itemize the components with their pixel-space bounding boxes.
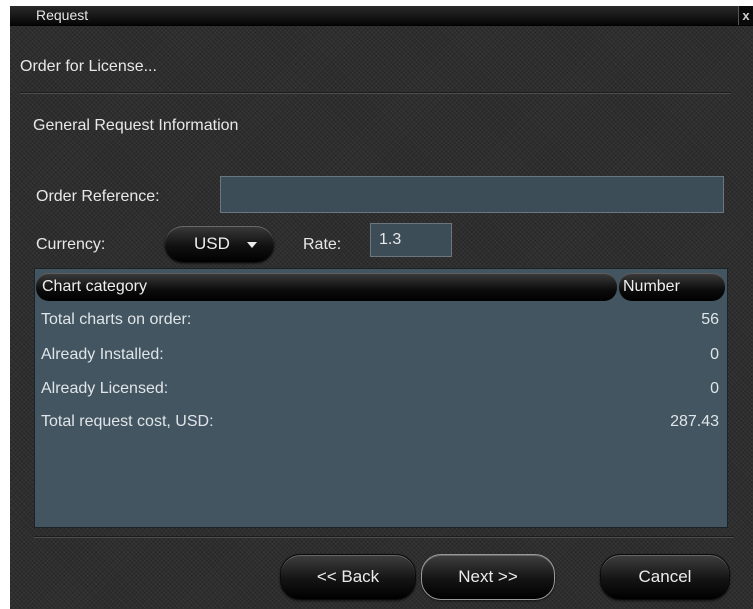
table-row[interactable]: Total charts on order: 56 (35, 311, 727, 337)
row-category: Already Installed: (41, 346, 164, 363)
order-reference-label: Order Reference: (36, 188, 160, 205)
section-title: General Request Information (33, 117, 239, 134)
row-number: 0 (710, 380, 719, 397)
order-reference-input[interactable] (220, 176, 724, 213)
dialog-subtitle: Order for License... (20, 58, 157, 75)
row-number: 56 (701, 311, 719, 328)
title-bar[interactable]: Request x (10, 6, 753, 26)
footer-divider (34, 536, 734, 538)
rate-input[interactable] (370, 223, 452, 257)
row-category: Total request cost, USD: (41, 413, 214, 430)
currency-select[interactable]: USD (165, 226, 274, 262)
table-row[interactable]: Already Licensed: 0 (35, 380, 727, 406)
close-icon[interactable]: x (738, 6, 753, 25)
row-category: Already Licensed: (41, 380, 169, 397)
chevron-down-icon (247, 242, 257, 248)
next-button[interactable]: Next >> (421, 554, 555, 600)
currency-label: Currency: (36, 236, 106, 253)
currency-value: USD (194, 234, 230, 253)
column-header-chart-category[interactable]: Chart category (36, 273, 617, 301)
request-dialog: Request x Order for License... General R… (10, 6, 753, 609)
column-header-number[interactable]: Number (619, 273, 725, 301)
table-row[interactable]: Already Installed: 0 (35, 346, 727, 372)
window-title: Request (36, 7, 89, 23)
row-number: 287.43 (670, 413, 719, 430)
chart-category-table: Chart category Number Total charts on or… (34, 268, 728, 528)
table-row[interactable]: Total request cost, USD: 287.43 (35, 413, 727, 439)
header-divider (20, 92, 730, 94)
back-button[interactable]: << Back (280, 554, 416, 600)
row-category: Total charts on order: (41, 311, 192, 328)
row-number: 0 (710, 346, 719, 363)
rate-label: Rate: (303, 236, 342, 253)
cancel-button[interactable]: Cancel (600, 554, 730, 600)
